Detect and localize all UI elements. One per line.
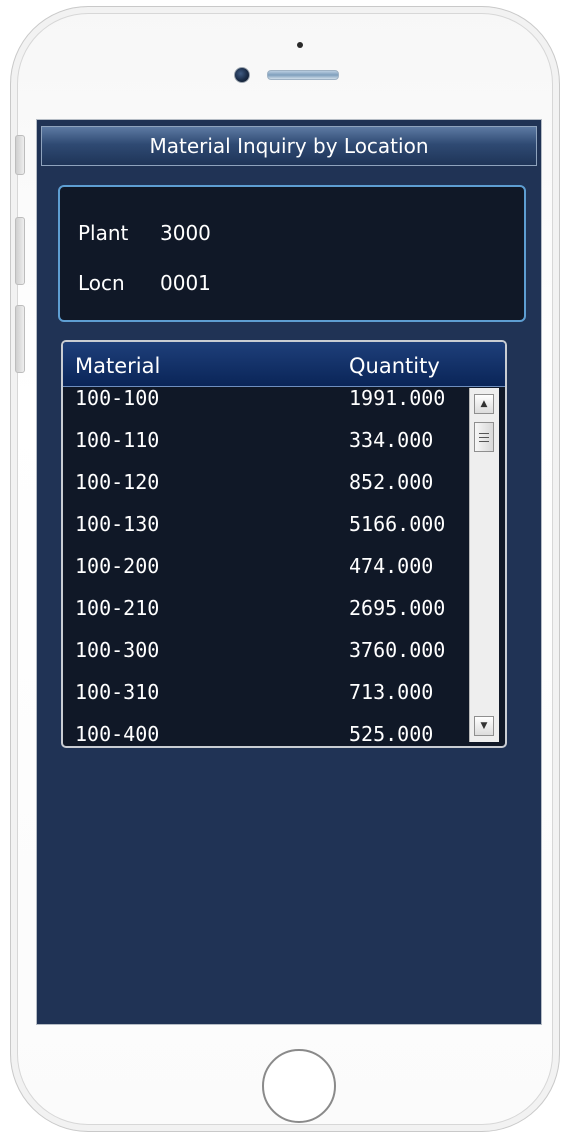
volume-down-button [15, 305, 25, 373]
app-screen: Material Inquiry by Location Plant 3000 L… [36, 119, 542, 1025]
column-header-material[interactable]: Material [75, 354, 160, 378]
plant-value: 3000 [160, 221, 211, 245]
list-item[interactable]: 100-120 852.000 [63, 470, 467, 512]
page-title: Material Inquiry by Location [41, 126, 537, 166]
list-header: Material Quantity [63, 342, 505, 387]
thumb-grip-line [479, 433, 489, 434]
material-cell: 100-130 [75, 512, 160, 536]
volume-up-button [15, 217, 25, 285]
list-item[interactable]: 100-200 474.000 [63, 554, 467, 596]
quantity-cell: 852.000 [349, 470, 434, 494]
material-cell: 100-210 [75, 596, 160, 620]
location-label: Locn [78, 271, 125, 295]
list-item[interactable]: 100-110 334.000 [63, 428, 467, 470]
quantity-cell: 525.000 [349, 722, 434, 746]
material-cell: 100-100 [75, 386, 160, 410]
material-cell: 100-110 [75, 428, 160, 452]
list-item[interactable]: 100-210 2695.000 [63, 596, 467, 638]
material-cell: 100-300 [75, 638, 160, 662]
material-list[interactable]: Material Quantity 100-100 1991.000 100-1… [61, 340, 507, 748]
list-item[interactable]: 100-300 3760.000 [63, 638, 467, 680]
quantity-cell: 334.000 [349, 428, 434, 452]
plant-label: Plant [78, 221, 129, 245]
location-row: Locn 0001 [78, 271, 211, 295]
quantity-cell: 474.000 [349, 554, 434, 578]
list-scrollbar[interactable]: ▲ ▼ [469, 388, 499, 742]
material-cell: 100-120 [75, 470, 160, 494]
proximity-sensor [297, 42, 303, 48]
mute-switch [15, 135, 25, 175]
material-cell: 100-400 [75, 722, 160, 746]
list-rows: 100-100 1991.000 100-110 334.000 100-120… [63, 386, 467, 746]
list-item[interactable]: 100-130 5166.000 [63, 512, 467, 554]
location-value: 0001 [160, 271, 211, 295]
thumb-grip-line [479, 441, 489, 442]
quantity-cell: 5166.000 [349, 512, 446, 536]
quantity-cell: 2695.000 [349, 596, 446, 620]
quantity-cell: 1991.000 [349, 386, 446, 410]
location-info-panel: Plant 3000 Locn 0001 [58, 185, 526, 322]
scroll-up-arrow-icon[interactable]: ▲ [474, 394, 494, 414]
scroll-thumb[interactable] [474, 422, 494, 452]
quantity-cell: 713.000 [349, 680, 434, 704]
list-item[interactable]: 100-100 1991.000 [63, 386, 467, 428]
material-cell: 100-310 [75, 680, 160, 704]
home-button[interactable] [262, 1049, 336, 1123]
quantity-cell: 3760.000 [349, 638, 446, 662]
material-cell: 100-200 [75, 554, 160, 578]
scroll-down-arrow-icon[interactable]: ▼ [474, 716, 494, 736]
front-camera-icon [234, 67, 250, 83]
list-item[interactable]: 100-310 713.000 [63, 680, 467, 722]
column-header-quantity[interactable]: Quantity [349, 354, 440, 378]
list-item[interactable]: 100-400 525.000 [63, 722, 467, 746]
earpiece-speaker [267, 70, 339, 80]
plant-row: Plant 3000 [78, 221, 211, 245]
thumb-grip-line [479, 437, 489, 438]
